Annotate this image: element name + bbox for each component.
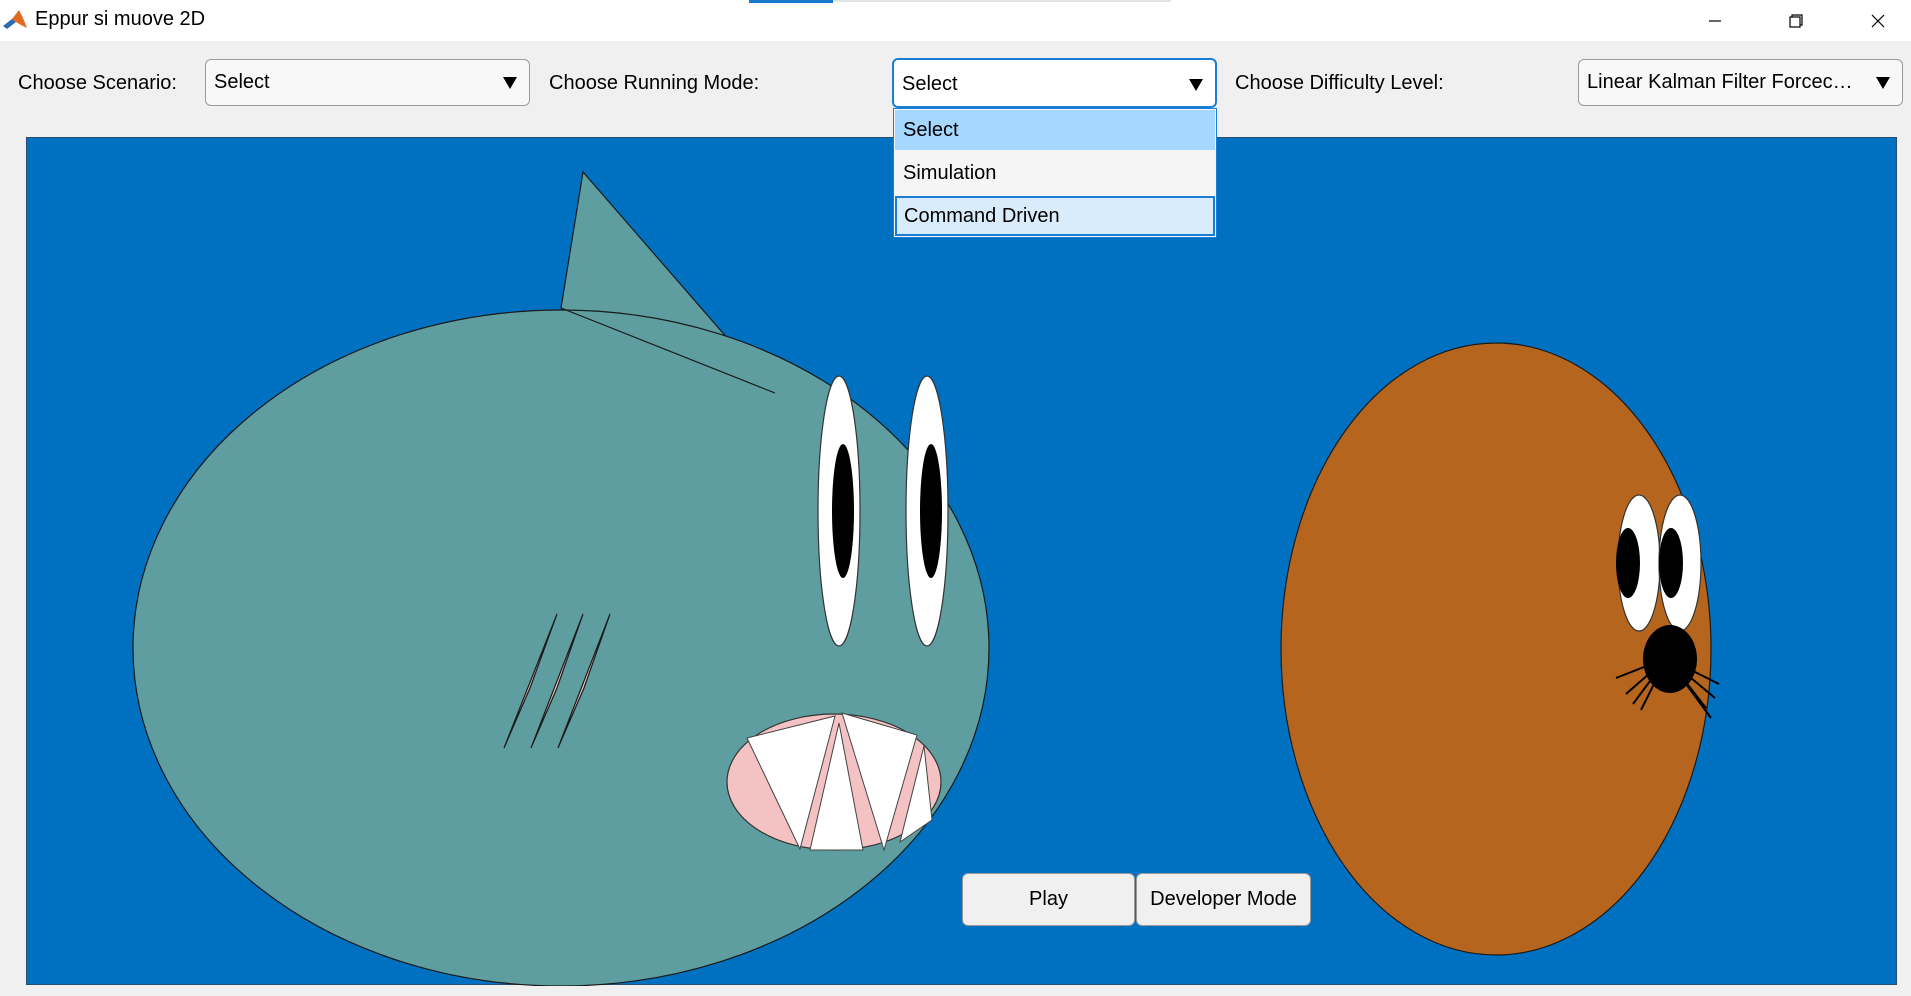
prey-eye-right <box>1658 494 1702 632</box>
difficulty-value: Linear Kalman Filter Forcecasting <box>1587 71 1859 93</box>
shark-eye-left <box>817 375 861 647</box>
shark-body <box>132 309 990 986</box>
chevron-down-icon <box>1876 77 1890 89</box>
scenario-label: Choose Scenario: <box>18 72 177 94</box>
restore-icon <box>1789 13 1803 28</box>
title-bar: Eppur si muove 2D <box>0 0 1911 41</box>
prey <box>1280 342 1720 956</box>
play-button[interactable]: Play <box>962 873 1135 926</box>
tab-indicator <box>749 0 833 3</box>
game-canvas <box>26 137 1897 986</box>
close-button[interactable] <box>1848 0 1908 41</box>
scene-drawing <box>132 170 1720 986</box>
shark-eye-right <box>905 375 949 647</box>
developer-mode-button[interactable]: Developer Mode <box>1136 873 1311 926</box>
chevron-down-icon <box>1189 79 1203 91</box>
restore-button[interactable] <box>1766 0 1826 41</box>
shark <box>132 170 990 986</box>
running-mode-dropdown[interactable]: Select <box>892 58 1217 108</box>
scenario-value: Select <box>214 71 270 93</box>
window-title: Eppur si muove 2D <box>35 8 206 30</box>
matlab-icon <box>2 8 28 32</box>
difficulty-label: Choose Difficulty Level: <box>1235 72 1444 94</box>
menu-item-select[interactable]: Select <box>895 110 1215 150</box>
shark-mouth <box>726 712 942 852</box>
menu-item-simulation[interactable]: Simulation <box>895 153 1215 193</box>
minimize-button[interactable] <box>1685 0 1745 41</box>
chevron-down-icon <box>503 77 517 89</box>
close-icon <box>1871 14 1885 27</box>
minimize-icon <box>1709 19 1721 22</box>
difficulty-dropdown[interactable]: Linear Kalman Filter Forcecasting <box>1578 59 1903 106</box>
scenario-dropdown[interactable]: Select <box>205 59 530 106</box>
running-mode-value: Select <box>902 73 958 95</box>
prey-nose <box>1643 625 1697 693</box>
running-mode-menu: Select Simulation Command Driven <box>893 108 1217 238</box>
tab-track <box>833 0 1171 2</box>
mode-label: Choose Running Mode: <box>549 72 760 94</box>
menu-item-command-driven[interactable]: Command Driven <box>895 196 1215 236</box>
